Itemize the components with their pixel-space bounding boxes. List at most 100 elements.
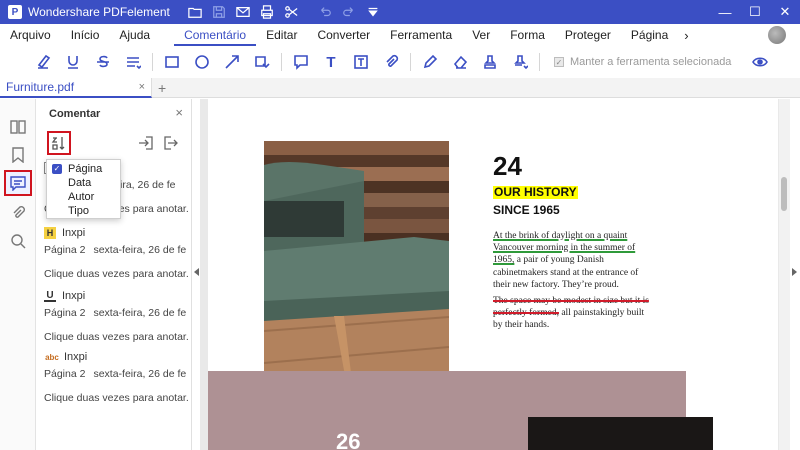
maximize-button[interactable]: ☐ (740, 4, 770, 20)
toolbar-divider (281, 53, 282, 71)
add-tab-button[interactable]: + (158, 80, 166, 96)
minimize-button[interactable]: — (710, 5, 740, 20)
comment-page: Página 2 (44, 368, 86, 380)
close-button[interactable]: ✕ (770, 4, 800, 20)
tab-furniture-pdf[interactable]: Furniture.pdf × (0, 77, 152, 98)
print-icon[interactable] (260, 5, 274, 19)
menu-bar: Arquivo Início Ajuda Comentário Editar C… (0, 24, 800, 46)
sort-option-autor[interactable]: Autor (47, 190, 120, 204)
scrollbar-thumb[interactable] (781, 177, 787, 211)
toolbar-divider (410, 53, 411, 71)
paragraph-struck: The space may be modest in size but it i… (493, 296, 649, 331)
highlight-tool-icon[interactable] (28, 48, 58, 76)
menu-converter[interactable]: Converter (307, 24, 380, 46)
menu-ver[interactable]: Ver (462, 24, 500, 46)
document-tab-bar: Furniture.pdf × + (0, 77, 800, 98)
left-icon-rail (0, 99, 36, 450)
menu-arquivo[interactable]: Arquivo (0, 24, 61, 46)
window-controls: — ☐ ✕ (710, 0, 800, 24)
bookmark-icon[interactable] (4, 142, 32, 168)
comment-item[interactable]: H Inxpi Página 2 sexta-feira, 26 de fe Cl… (44, 226, 190, 280)
comment-page: Página 2 (44, 244, 86, 256)
comment-author: Inxpi (62, 227, 86, 239)
dark-photo (528, 417, 713, 450)
typewriter-tool-icon[interactable]: T (316, 48, 346, 76)
sort-option-pagina[interactable]: ✓ Página (47, 162, 120, 176)
strikethrough-tool-icon[interactable] (88, 48, 118, 76)
shapes-dropdown-icon[interactable] (247, 48, 277, 76)
panel-close-icon[interactable]: × (175, 105, 183, 120)
tab-label: Furniture.pdf (6, 79, 75, 94)
comment-date: sexta-feira, 26 de fe (93, 307, 187, 319)
collapse-panel-arrow-icon[interactable] (194, 268, 199, 276)
import-comments-icon[interactable] (138, 135, 154, 151)
menu-editar[interactable]: Editar (256, 24, 307, 46)
sort-icon (51, 137, 65, 150)
app-logo-icon: P (8, 5, 22, 19)
rectangle-tool-icon[interactable] (157, 48, 187, 76)
save-icon[interactable] (212, 5, 226, 19)
menu-comentario[interactable]: Comentário (174, 24, 257, 46)
comment-item[interactable]: U Inxpi Página 2 sexta-feira, 26 de fe Cl… (44, 289, 190, 343)
export-comments-icon[interactable] (162, 135, 178, 151)
scissors-icon[interactable] (284, 5, 298, 19)
strikethrough-comment-icon: abc (45, 352, 59, 362)
menu-inicio[interactable]: Início (61, 24, 110, 46)
stamp-tool-icon[interactable] (475, 48, 505, 76)
next-page-number: 26 (336, 429, 361, 450)
folder-icon[interactable] (188, 5, 202, 19)
sticky-note-tool-icon[interactable] (286, 48, 316, 76)
avatar[interactable] (768, 26, 786, 44)
comment-page: Página 2 (44, 307, 86, 319)
redo-icon[interactable] (342, 5, 356, 19)
document-view[interactable]: 24 OUR HISTORY SINCE 1965 At the brink o… (200, 99, 790, 450)
menu-more-chevron-icon[interactable]: › (678, 28, 694, 43)
sort-option-tipo[interactable]: Tipo (47, 204, 120, 218)
app-title: Wondershare PDFelement (28, 5, 170, 19)
comment-author: Inxpi (64, 351, 88, 363)
comment-date: sexta-feira, 26 de fe (93, 368, 187, 380)
comment-hint: Clique duas vezes para anotar. (44, 268, 189, 280)
menu-proteger[interactable]: Proteger (555, 24, 621, 46)
underline-tool-icon[interactable] (58, 48, 88, 76)
page-number-heading: 24 (493, 151, 522, 181)
sort-button[interactable] (47, 131, 71, 155)
subheading: SINCE 1965 (493, 203, 560, 217)
search-icon[interactable] (4, 228, 32, 254)
signature-tool-icon[interactable] (505, 48, 535, 76)
arrow-tool-icon[interactable] (217, 48, 247, 76)
menu-pagina[interactable]: Página (621, 24, 678, 46)
undo-icon[interactable] (318, 5, 332, 19)
keep-tool-checkbox[interactable]: ✓ (554, 57, 564, 67)
menu-ferramenta[interactable]: Ferramenta (380, 24, 462, 46)
keep-tool-selected-option[interactable]: ✓ Manter a ferramenta selecionada (554, 56, 731, 68)
toolbar-divider (152, 53, 153, 71)
quick-access-dropdown-icon[interactable] (366, 5, 380, 19)
attachment-tool-icon[interactable] (376, 48, 406, 76)
highlight-comment-icon: H (44, 227, 56, 239)
oval-tool-icon[interactable] (187, 48, 217, 76)
vertical-scrollbar[interactable] (779, 99, 790, 450)
text-align-tool-icon[interactable] (118, 48, 148, 76)
pencil-tool-icon[interactable] (415, 48, 445, 76)
menu-forma[interactable]: Forma (500, 24, 555, 46)
eraser-tool-icon[interactable] (445, 48, 475, 76)
eye-icon[interactable] (752, 54, 768, 73)
comment-panel-icon[interactable] (4, 170, 32, 196)
tab-close-icon[interactable]: × (139, 81, 145, 93)
mail-icon[interactable] (236, 5, 250, 19)
thumbnails-icon[interactable] (4, 114, 32, 140)
attachment-panel-icon[interactable] (4, 200, 32, 226)
highlighted-heading: OUR HISTORY (493, 185, 578, 199)
sort-option-data[interactable]: Data (47, 176, 120, 190)
comment-toolbar: T ✓ Manter a ferramenta selecionada (0, 46, 800, 78)
text-box-tool-icon[interactable] (346, 48, 376, 76)
comment-date: sexta-feira, 26 de fe (93, 244, 187, 256)
comment-item[interactable]: abc Inxpi Página 2 sexta-feira, 26 de fe … (44, 350, 190, 404)
menu-ajuda[interactable]: Ajuda (109, 24, 160, 46)
expand-right-panel-arrow-icon[interactable] (792, 268, 797, 276)
keep-tool-label: Manter a ferramenta selecionada (570, 56, 732, 68)
sofa-photo (264, 141, 449, 395)
comment-panel: Comentar × ira, 26 de fe Clique duas vez… (36, 99, 192, 450)
comment-hint: Clique duas vezes para anotar. (44, 331, 189, 343)
